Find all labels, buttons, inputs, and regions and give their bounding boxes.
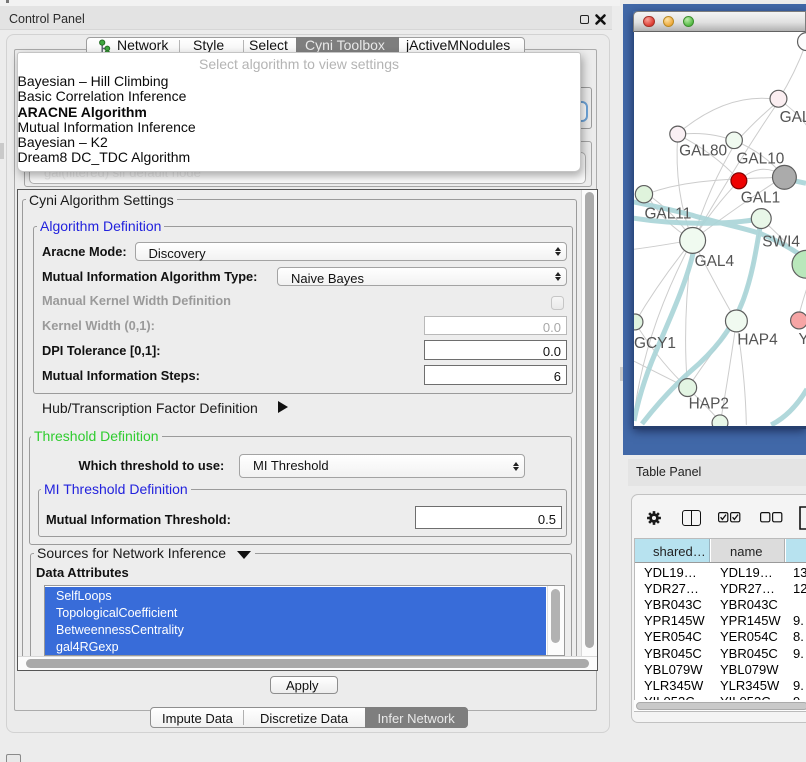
svg-text:GAL80: GAL80 — [679, 142, 727, 159]
svg-text:HAP2: HAP2 — [689, 395, 729, 412]
svg-text:SWI4: SWI4 — [762, 233, 800, 250]
svg-text:GAL4: GAL4 — [695, 253, 735, 270]
svg-text:HAP4: HAP4 — [737, 331, 778, 348]
svg-text:GCY1: GCY1 — [634, 335, 676, 352]
svg-text:GAL7: GAL7 — [780, 109, 806, 126]
svg-text:GAL1: GAL1 — [741, 190, 780, 207]
svg-text:GAL10: GAL10 — [736, 150, 784, 167]
svg-text:GAL11: GAL11 — [644, 206, 691, 223]
svg-text:Y: Y — [799, 331, 806, 348]
